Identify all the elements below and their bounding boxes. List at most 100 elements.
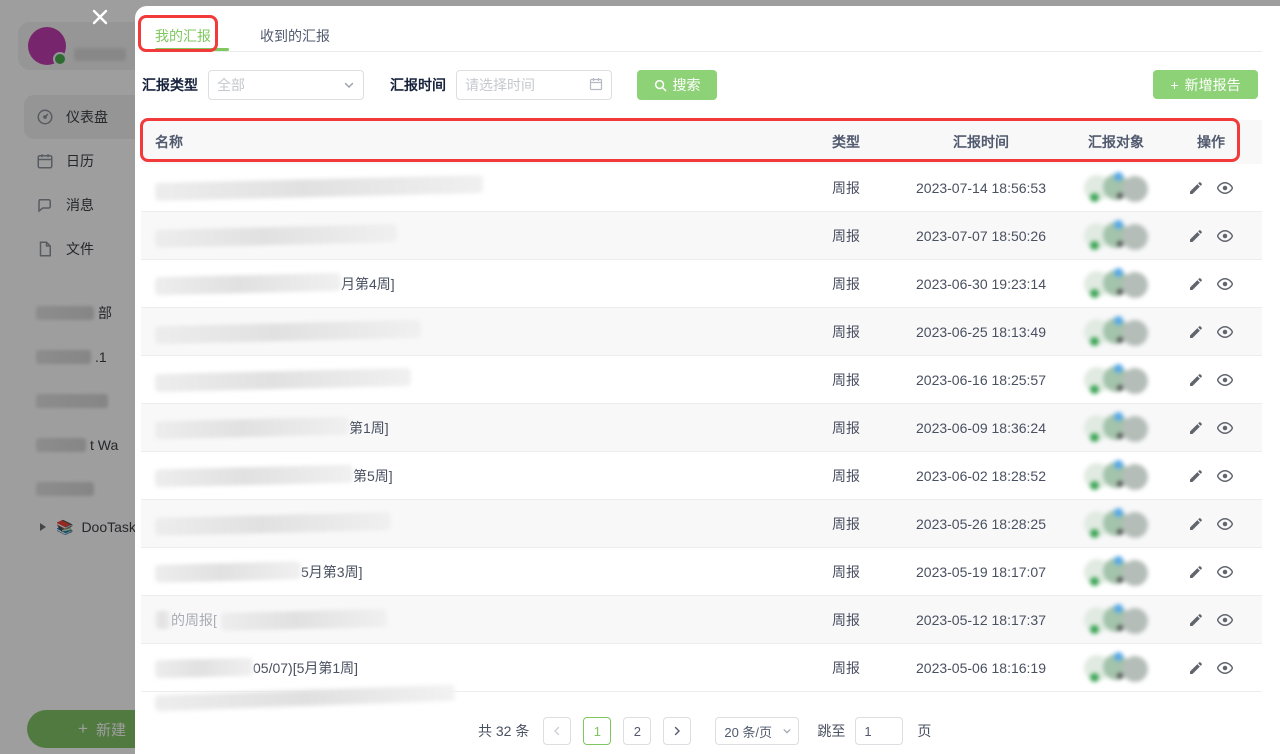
- screen: 仪表盘 日历 消息 文件 部 .1 t Wa 📚 D: [0, 0, 1280, 754]
- report-name-cell: 第5周]: [141, 466, 801, 486]
- view-icon[interactable]: [1216, 467, 1234, 485]
- report-type-label: 汇报类型: [142, 70, 198, 100]
- report-time: 2023-05-26 18:28:25: [891, 516, 1071, 532]
- report-name-partial: 的周报[: [171, 610, 217, 630]
- report-time: 2023-06-25 18:13:49: [891, 324, 1071, 340]
- pagination: 共 32 条 1 2 20 条/页 跳至 页: [478, 716, 931, 746]
- report-name-cell: 05/07)[5月第1周]: [141, 658, 801, 678]
- report-table-body: 周报 2023-07-14 18:56:53 周报 2023-07-07 18:…: [141, 164, 1262, 692]
- view-icon[interactable]: [1216, 611, 1234, 629]
- redacted-name: [155, 512, 391, 536]
- redacted-name: [155, 272, 341, 295]
- view-icon[interactable]: [1216, 323, 1234, 341]
- report-time: 2023-06-02 18:28:52: [891, 468, 1071, 484]
- report-type: 周报: [801, 610, 891, 630]
- edit-icon[interactable]: [1188, 228, 1204, 244]
- report-actions-cell: [1161, 515, 1261, 533]
- report-type: 周报: [801, 274, 891, 294]
- report-type-select[interactable]: 全部: [208, 70, 364, 100]
- table-row: 第1周] 周报 2023-06-09 18:36:24: [141, 404, 1262, 452]
- report-actions-cell: [1161, 467, 1261, 485]
- calendar-icon: [589, 77, 603, 94]
- report-time: 2023-05-19 18:17:07: [891, 564, 1071, 580]
- redacted-name: [155, 561, 301, 583]
- tabs-divider: [141, 51, 1262, 52]
- report-name-partial: 05/07)[5月第1周]: [253, 658, 358, 678]
- report-name-cell: [141, 227, 801, 245]
- edit-icon[interactable]: [1188, 276, 1204, 292]
- report-targets-cell: [1071, 413, 1161, 443]
- redacted-avatar-group: [1084, 653, 1148, 683]
- page-size-select[interactable]: 20 条/页: [715, 717, 799, 745]
- edit-icon[interactable]: [1188, 612, 1204, 628]
- redacted-name: [155, 174, 483, 200]
- view-icon[interactable]: [1216, 275, 1234, 293]
- report-time: 2023-06-09 18:36:24: [891, 420, 1071, 436]
- table-row: 05/07)[5月第1周] 周报 2023-05-06 18:16:19: [141, 644, 1262, 692]
- report-name-cell: [141, 515, 801, 533]
- view-icon[interactable]: [1216, 563, 1234, 581]
- edit-icon[interactable]: [1188, 660, 1204, 676]
- table-row: 周报 2023-05-26 18:28:25: [141, 500, 1262, 548]
- edit-icon[interactable]: [1188, 468, 1204, 484]
- report-name-partial: 5月第3周]: [301, 562, 362, 582]
- view-icon[interactable]: [1216, 515, 1234, 533]
- total-count: 共 32 条: [478, 721, 529, 741]
- report-name-cell: 月第4周]: [141, 274, 801, 294]
- report-time-input[interactable]: 请选择时间: [456, 70, 612, 100]
- chevron-right-icon: [672, 726, 682, 736]
- edit-icon[interactable]: [1188, 180, 1204, 196]
- report-targets-cell: [1071, 461, 1161, 491]
- report-type: 周报: [801, 466, 891, 486]
- view-icon[interactable]: [1216, 659, 1234, 677]
- redacted-avatar-group: [1084, 557, 1148, 587]
- redacted-avatar-group: [1084, 269, 1148, 299]
- report-targets-cell: [1071, 173, 1161, 203]
- col-type: 类型: [801, 132, 891, 152]
- table-row: 的周报[ 周报 2023-05-12 18:17:37: [141, 596, 1262, 644]
- report-time: 2023-06-16 18:25:57: [891, 372, 1071, 388]
- page-button-2[interactable]: 2: [623, 717, 651, 745]
- view-icon[interactable]: [1216, 227, 1234, 245]
- redacted-avatar-group: [1084, 221, 1148, 251]
- table-row: 周报 2023-07-07 18:50:26: [141, 212, 1262, 260]
- col-actions: 操作: [1161, 132, 1261, 152]
- prev-page-button[interactable]: [543, 717, 571, 745]
- jump-page-input[interactable]: [855, 717, 903, 745]
- redacted-avatar-group: [1084, 413, 1148, 443]
- edit-icon[interactable]: [1188, 372, 1204, 388]
- redacted-avatar-group: [1084, 509, 1148, 539]
- redacted-name: [155, 657, 253, 677]
- page-button-1[interactable]: 1: [583, 717, 611, 745]
- report-type: 周报: [801, 562, 891, 582]
- close-button[interactable]: [91, 8, 109, 26]
- report-name-cell: [141, 323, 801, 341]
- jump-label: 跳至: [817, 721, 845, 741]
- report-targets-cell: [1071, 269, 1161, 299]
- view-icon[interactable]: [1216, 371, 1234, 389]
- table-row: 5月第3周] 周报 2023-05-19 18:17:07: [141, 548, 1262, 596]
- edit-icon[interactable]: [1188, 420, 1204, 436]
- edit-icon[interactable]: [1188, 516, 1204, 532]
- plus-icon: +: [1170, 77, 1178, 93]
- report-name-cell: 第1周]: [141, 418, 801, 438]
- table-header: 名称 类型 汇报时间 汇报对象 操作: [141, 120, 1262, 164]
- new-report-label: 新增报告: [1185, 75, 1241, 95]
- tab-received-reports[interactable]: 收到的汇报: [260, 26, 330, 46]
- report-time: 2023-05-06 18:16:19: [891, 660, 1071, 676]
- redacted-avatar-group: [1084, 461, 1148, 491]
- edit-icon[interactable]: [1188, 564, 1204, 580]
- report-actions-cell: [1161, 179, 1261, 197]
- next-page-button[interactable]: [663, 717, 691, 745]
- report-type-value: 全部: [217, 75, 245, 95]
- edit-icon[interactable]: [1188, 324, 1204, 340]
- view-icon[interactable]: [1216, 419, 1234, 437]
- new-report-button[interactable]: + 新增报告: [1153, 70, 1258, 99]
- report-actions-cell: [1161, 563, 1261, 581]
- redacted-name: [155, 464, 353, 487]
- view-icon[interactable]: [1216, 179, 1234, 197]
- report-targets-cell: [1071, 653, 1161, 683]
- report-targets-cell: [1071, 221, 1161, 251]
- tab-my-reports[interactable]: 我的汇报: [155, 26, 211, 46]
- search-button[interactable]: 搜索: [637, 70, 717, 100]
